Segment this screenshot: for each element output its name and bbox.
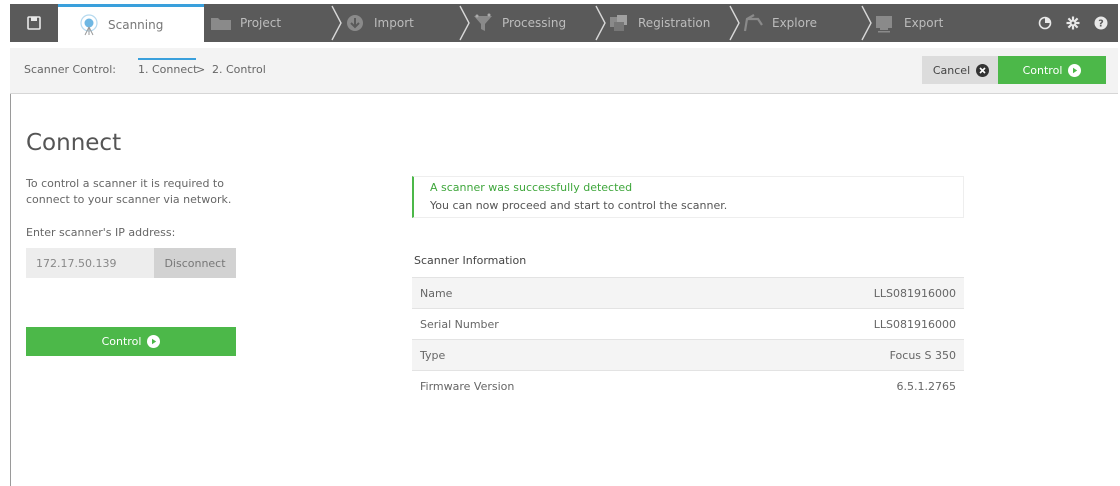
tab-separator-icon: [595, 5, 606, 41]
breadcrumb-separator: >: [196, 63, 206, 76]
save-button[interactable]: [10, 4, 58, 42]
tab-label: Explore: [772, 16, 818, 30]
registration-icon: [608, 13, 630, 33]
breadcrumb-bar: Scanner Control: 1. Connect > 2. Control…: [10, 48, 1118, 94]
export-icon: [874, 13, 896, 33]
scanner-info-heading: Scanner Information: [414, 254, 527, 267]
success-text: You can now proceed and start to control…: [430, 199, 728, 212]
tab-processing[interactable]: Processing: [472, 4, 602, 42]
success-title: A scanner was successfully detected: [430, 181, 633, 194]
info-value-serial: LLS081916000: [873, 317, 956, 331]
frame-border: [10, 94, 11, 486]
success-message: A scanner was successfully detected You …: [412, 176, 964, 218]
close-icon: [976, 63, 990, 77]
info-label-serial: Serial Number: [420, 317, 499, 331]
cancel-button[interactable]: Cancel: [922, 56, 1000, 84]
breadcrumb-label: Scanner Control:: [24, 63, 116, 76]
breadcrumb-step-connect[interactable]: 1. Connect: [138, 63, 197, 76]
tab-label: Import: [374, 16, 414, 30]
play-icon: [147, 335, 161, 348]
tab-project[interactable]: Project: [208, 4, 328, 42]
scanner-info-table: Name LLS081916000 Serial Number LLS08191…: [412, 277, 964, 401]
active-step-indicator: [138, 58, 196, 60]
top-toolbar: ?: [1038, 4, 1108, 42]
help-icon[interactable]: ?: [1094, 16, 1108, 30]
breadcrumb-step-control[interactable]: 2. Control: [212, 63, 266, 76]
play-icon: [1068, 63, 1082, 77]
tab-separator-icon: [729, 5, 740, 41]
table-row: Name LLS081916000: [412, 277, 964, 308]
ip-address-input[interactable]: [26, 248, 156, 278]
tab-export[interactable]: Export: [874, 4, 984, 42]
table-row: Firmware Version 6.5.1.2765: [412, 370, 964, 401]
info-label-type: Type: [420, 348, 446, 362]
disconnect-button[interactable]: Disconnect: [154, 248, 236, 278]
processing-icon: [472, 13, 494, 33]
control-button-top[interactable]: Control: [998, 56, 1106, 84]
tab-explore[interactable]: Explore: [742, 4, 862, 42]
folder-icon: [210, 13, 232, 33]
tab-registration[interactable]: Registration: [608, 4, 738, 42]
control-button[interactable]: Control: [26, 327, 236, 356]
info-label-name: Name: [420, 286, 453, 300]
control-label: Control: [1022, 63, 1063, 77]
control-label: Control: [101, 335, 142, 348]
import-icon: [344, 13, 366, 33]
explore-icon: [742, 13, 764, 33]
tab-separator-icon: [861, 5, 872, 41]
page-title: Connect: [26, 130, 122, 156]
table-row: Type Focus S 350: [412, 339, 964, 370]
tab-separator-icon: [331, 5, 342, 41]
tab-label: Export: [904, 16, 944, 30]
tab-label: Registration: [638, 16, 711, 30]
tab-import[interactable]: Import: [344, 4, 464, 42]
tab-separator-icon: [459, 5, 470, 41]
tab-scanning[interactable]: Scanning: [58, 4, 204, 42]
tab-label: Scanning: [108, 17, 164, 32]
info-label-firmware: Firmware Version: [420, 379, 515, 393]
workflow-bar: Scanning Project Import Processing Regis…: [10, 4, 1118, 42]
gear-icon[interactable]: [1066, 16, 1080, 30]
table-row: Serial Number LLS081916000: [412, 308, 964, 339]
scanner-icon: [78, 13, 100, 35]
svg-text:?: ?: [1098, 19, 1104, 30]
tab-label: Project: [240, 16, 282, 30]
tab-label: Processing: [502, 16, 567, 30]
info-value-firmware: 6.5.1.2765: [896, 379, 956, 393]
pie-chart-icon[interactable]: [1038, 16, 1052, 30]
connect-description: To control a scanner it is required to c…: [26, 177, 232, 206]
cancel-label: Cancel: [932, 63, 971, 77]
ip-address-label: Enter scanner's IP address:: [26, 226, 176, 239]
info-value-type: Focus S 350: [889, 348, 956, 362]
info-value-name: LLS081916000: [873, 286, 956, 300]
save-icon: [27, 16, 41, 30]
